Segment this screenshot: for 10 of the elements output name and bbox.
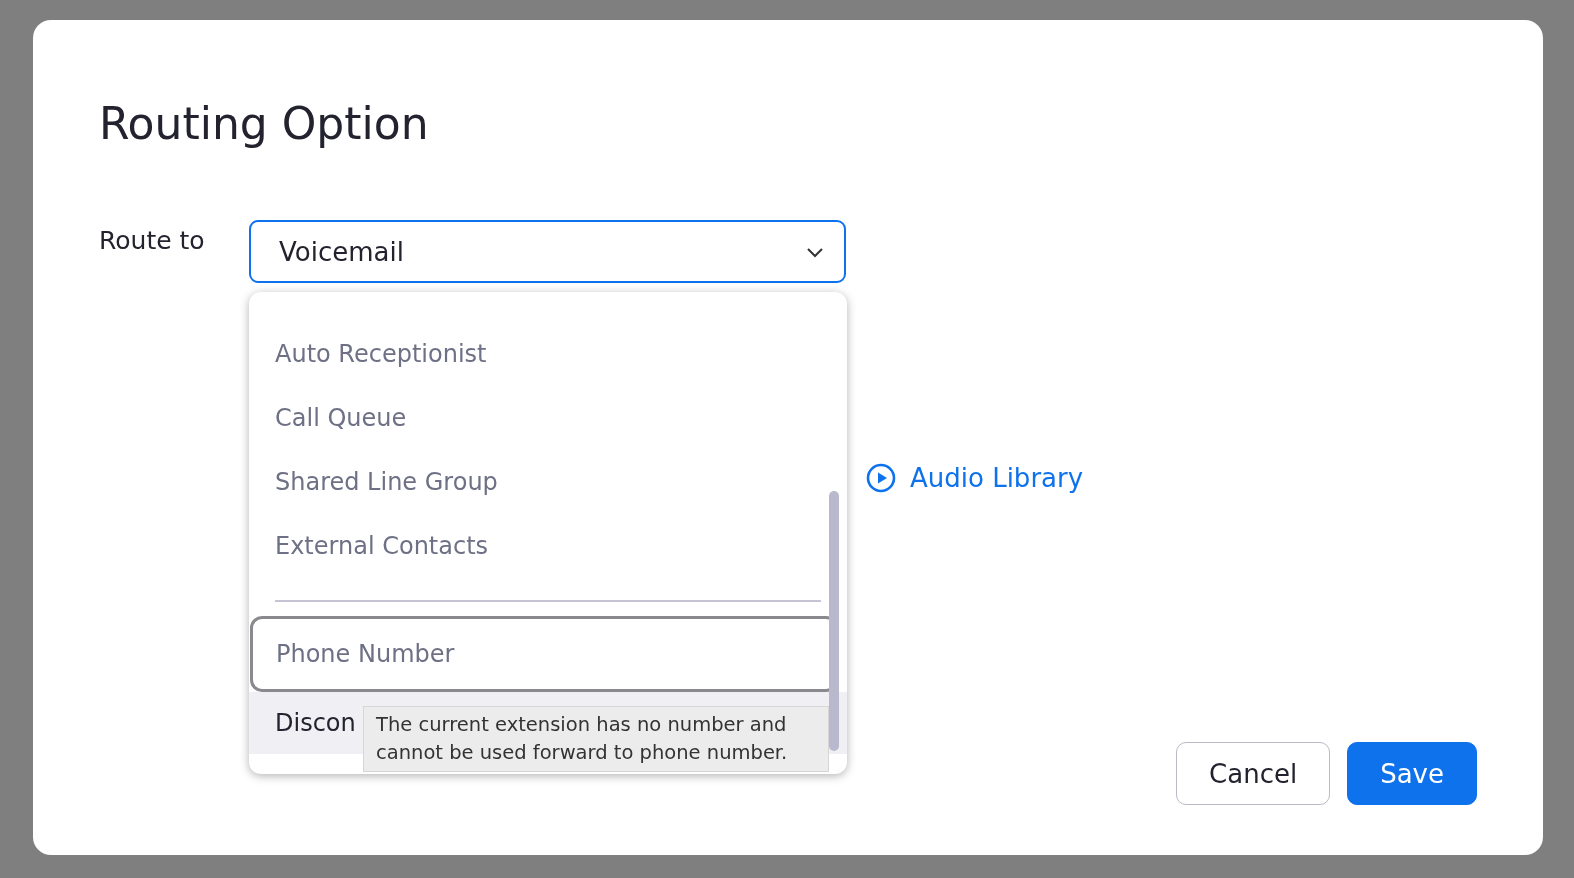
save-button[interactable]: Save bbox=[1347, 742, 1477, 805]
caret-icon bbox=[806, 245, 824, 258]
cancel-button[interactable]: Cancel bbox=[1176, 742, 1331, 805]
audio-library-link[interactable]: Audio Library bbox=[910, 463, 1084, 494]
field-label: Route to bbox=[99, 225, 206, 256]
dialog-title: Routing Option bbox=[99, 100, 430, 149]
tooltip: The current extension has no number and cannot be used forward to phone number. bbox=[363, 706, 829, 772]
play-icon[interactable] bbox=[866, 463, 896, 494]
route-dropdown[interactable]: Voicemail bbox=[249, 220, 846, 284]
scrollbar[interactable] bbox=[829, 491, 839, 751]
